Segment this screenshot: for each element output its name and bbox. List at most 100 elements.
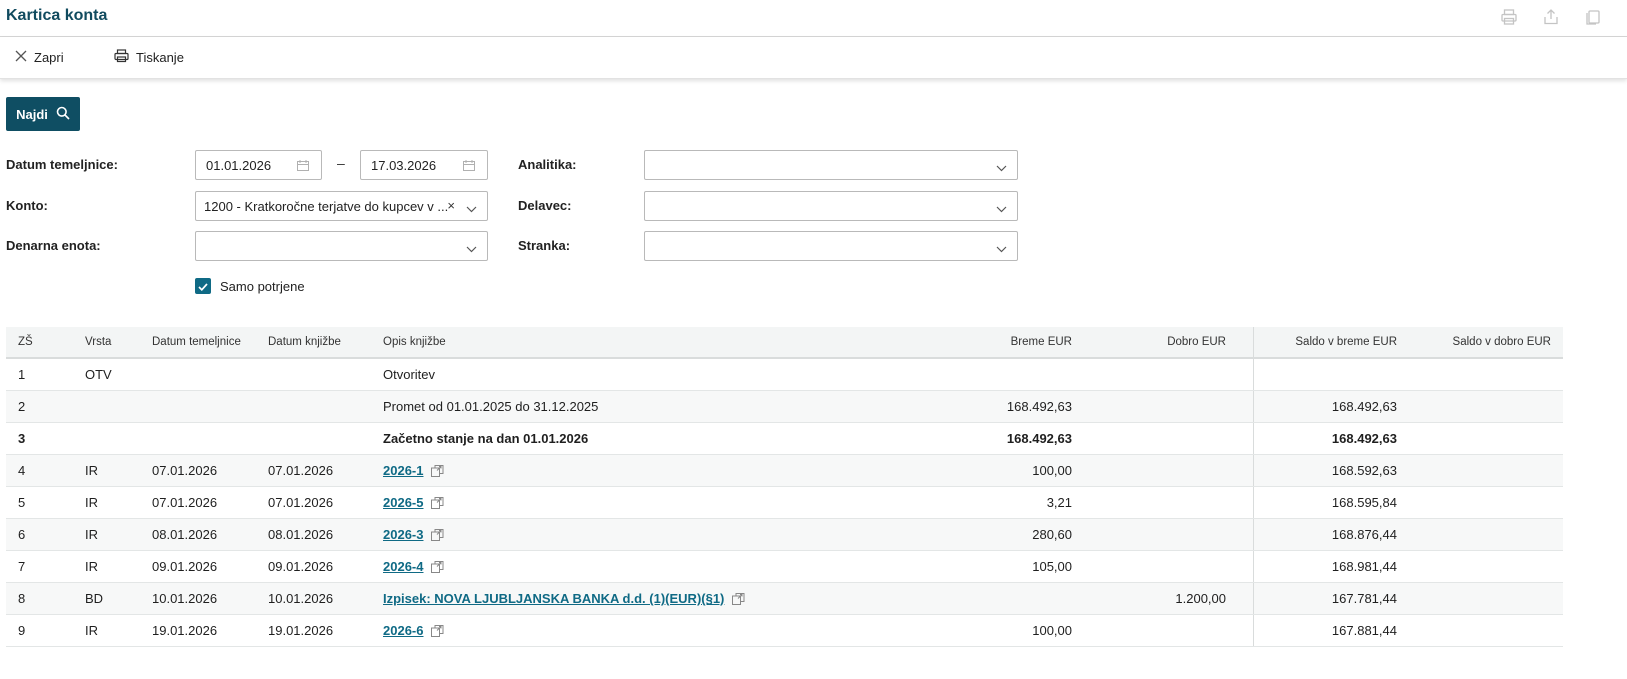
delavec-select[interactable] <box>644 191 1018 221</box>
calendar-icon[interactable] <box>297 159 309 174</box>
chevron-down-icon[interactable] <box>996 241 1007 256</box>
document-link[interactable]: 2026-5 <box>383 495 423 510</box>
column-divider <box>1253 391 1254 422</box>
saldo-breme-cell: 168.595,84 <box>1331 495 1397 510</box>
document-link[interactable]: 2026-6 <box>383 623 423 638</box>
open-document-icon[interactable] <box>431 528 444 541</box>
dobro-cell <box>1086 519 1226 550</box>
dobro-cell <box>1086 551 1226 582</box>
saldo-dobro-cell <box>1406 583 1551 614</box>
saldo-dobro-cell <box>1406 391 1551 422</box>
datum-temeljnice-cell: 07.01.2026 <box>152 495 218 510</box>
saldo-dobro-cell <box>1406 615 1551 646</box>
saldo-dobro-cell <box>1406 487 1551 518</box>
print-button[interactable]: Tiskanje <box>114 37 184 77</box>
document-link[interactable]: 2026-4 <box>383 559 423 574</box>
document-link[interactable]: Izpisek: NOVA LJUBLJANSKA BANKA d.d. (1)… <box>383 591 724 606</box>
vrsta-cell: IR <box>85 495 98 510</box>
open-document-icon[interactable] <box>732 592 745 605</box>
analitika-label: Analitika: <box>518 157 577 172</box>
table-row[interactable]: 1 OTV Otvoritev <box>6 359 1563 391</box>
table-row[interactable]: 4 IR 07.01.2026 07.01.2026 2026-1 100,00 168.5… <box>6 455 1563 487</box>
opis-cell: Začetno stanje na dan 01.01.2026 <box>383 431 589 446</box>
chevron-down-icon[interactable] <box>996 160 1007 175</box>
table-row[interactable]: 9 IR 19.01.2026 19.01.2026 2026-6 100,00 167.8… <box>6 615 1563 647</box>
header-zs[interactable]: ZŠ <box>18 327 33 357</box>
denarna-enota-select[interactable] <box>195 231 488 261</box>
saldo-breme-cell: 168.876,44 <box>1331 527 1397 542</box>
header-saldo-dobro[interactable]: Saldo v dobro EUR <box>1406 327 1551 357</box>
analitika-select[interactable] <box>644 150 1018 180</box>
saldo-dobro-cell <box>1406 455 1551 486</box>
saldo-dobro-cell <box>1406 519 1551 550</box>
header-dobro[interactable]: Dobro EUR <box>1086 327 1226 357</box>
breme-cell: 105,00 <box>1032 559 1072 574</box>
column-divider <box>1253 519 1254 550</box>
find-label: Najdi <box>16 106 48 122</box>
breme-cell: 280,60 <box>1032 527 1072 542</box>
saldo-breme-cell: 168.981,44 <box>1331 559 1397 574</box>
share-icon[interactable] <box>1539 5 1563 29</box>
document-link[interactable]: 2026-3 <box>383 527 423 542</box>
table-row[interactable]: 6 IR 08.01.2026 08.01.2026 2026-3 280,60 168.8… <box>6 519 1563 551</box>
delavec-label: Delavec: <box>518 198 572 213</box>
vrsta-cell: OTV <box>85 367 112 382</box>
datum-knjizbe-cell: 10.01.2026 <box>268 591 334 606</box>
table-row[interactable]: 8 BD 10.01.2026 10.01.2026 Izpisek: NOVA LJU… <box>6 583 1563 615</box>
open-document-icon[interactable] <box>431 624 444 637</box>
clear-icon[interactable]: × <box>447 198 455 213</box>
table-row[interactable]: 3 Začetno stanje na dan 01.01.2026 168.492… <box>6 423 1563 455</box>
opis-cell: 2026-6 <box>383 615 444 646</box>
samo-potrjene-checkbox[interactable] <box>195 278 211 294</box>
header-datum-temeljnice[interactable]: Datum temeljnice <box>152 327 241 357</box>
copy-icon[interactable] <box>1581 5 1605 29</box>
date-from-value: 01.01.2026 <box>206 157 272 173</box>
column-divider <box>1253 327 1254 357</box>
date-from-field[interactable]: 01.01.2026 <box>195 150 322 180</box>
header-saldo-breme[interactable]: Saldo v breme EUR <box>1256 327 1397 357</box>
print-icon[interactable] <box>1497 5 1521 29</box>
dobro-cell <box>1086 359 1226 390</box>
table-row[interactable]: 2 Promet od 01.01.2025 do 31.12.2025 168.4… <box>6 391 1563 423</box>
datum-knjizbe-cell: 19.01.2026 <box>268 623 334 638</box>
find-button[interactable]: Najdi <box>6 97 80 131</box>
dobro-cell <box>1086 455 1226 486</box>
chevron-down-icon[interactable] <box>996 201 1007 216</box>
chevron-down-icon[interactable] <box>466 201 477 216</box>
header-breme[interactable]: Breme EUR <box>906 327 1072 357</box>
breme-cell <box>906 359 1072 390</box>
stranka-select[interactable] <box>644 231 1018 261</box>
close-button[interactable]: Zapri <box>15 37 64 77</box>
column-divider <box>1253 487 1254 518</box>
printer-icon <box>114 48 129 66</box>
date-to-value: 17.03.2026 <box>371 157 437 173</box>
header-vrsta[interactable]: Vrsta <box>85 327 111 357</box>
dobro-cell <box>1086 615 1226 646</box>
dobro-cell: 1.200,00 <box>1175 591 1226 606</box>
datum-knjizbe-cell: 07.01.2026 <box>268 495 334 510</box>
konto-select[interactable]: 1200 - Kratkoročne terjatve do kupcev v … <box>195 191 488 221</box>
breme-cell <box>906 583 1072 614</box>
saldo-breme-cell: 168.592,63 <box>1331 463 1397 478</box>
header-opis[interactable]: Opis knjižbe <box>383 327 446 357</box>
saldo-breme-cell: 167.881,44 <box>1331 623 1397 638</box>
document-link[interactable]: 2026-1 <box>383 463 423 478</box>
calendar-icon[interactable] <box>463 159 475 174</box>
open-document-icon[interactable] <box>431 464 444 477</box>
saldo-dobro-cell <box>1406 359 1551 390</box>
top-bar: Kartica konta <box>0 0 1627 37</box>
date-to-field[interactable]: 17.03.2026 <box>360 150 488 180</box>
breme-cell: 3,21 <box>1046 495 1072 510</box>
saldo-breme-cell: 167.781,44 <box>1331 591 1397 606</box>
table-row[interactable]: 5 IR 07.01.2026 07.01.2026 2026-5 3,21 168.595… <box>6 487 1563 519</box>
opis-cell: 2026-3 <box>383 519 444 550</box>
konto-value: 1200 - Kratkoročne terjatve do kupcev v … <box>204 198 449 214</box>
chevron-down-icon[interactable] <box>466 241 477 256</box>
vrsta-cell: BD <box>85 591 104 606</box>
datum-temeljnice-cell: 19.01.2026 <box>152 623 218 638</box>
open-document-icon[interactable] <box>431 560 444 573</box>
open-document-icon[interactable] <box>431 496 444 509</box>
header-datum-knjizbe[interactable]: Datum knjižbe <box>268 327 341 357</box>
table-row[interactable]: 7 IR 09.01.2026 09.01.2026 2026-4 105,00 168.9… <box>6 551 1563 583</box>
dobro-cell <box>1086 423 1226 454</box>
